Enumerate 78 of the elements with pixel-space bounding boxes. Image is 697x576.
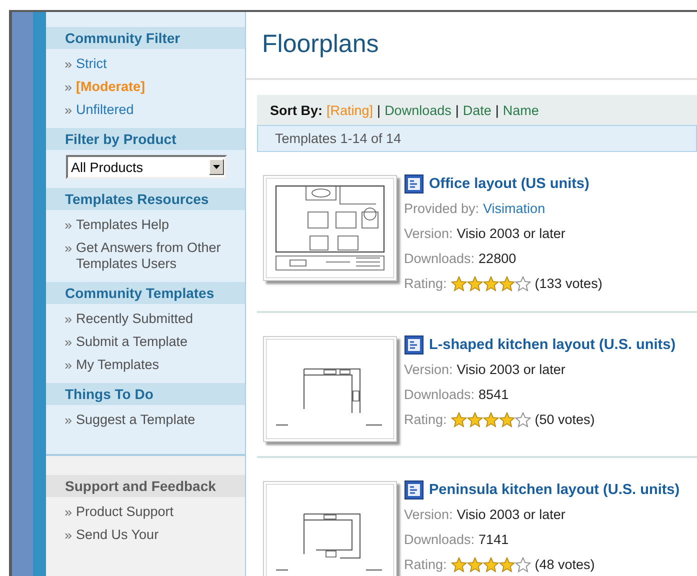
separator: |	[495, 102, 499, 118]
section-heading: Filter by Product	[46, 128, 245, 150]
chevron-icon	[65, 62, 72, 68]
version-label: Version:	[404, 507, 453, 523]
result-count: Templates 1-14 of 14	[257, 125, 697, 152]
sidebar-link[interactable]: Send Us Your	[76, 527, 159, 543]
sidebar-link[interactable]: My Templates	[76, 357, 160, 373]
sort-option[interactable]: Downloads	[384, 102, 452, 118]
document-icon	[404, 480, 424, 500]
star-icon	[450, 557, 467, 573]
sidebar-link[interactable]: Recently Submitted	[76, 311, 194, 327]
star-icon	[514, 412, 531, 428]
star-icon	[498, 276, 515, 292]
chevron-icon	[65, 317, 72, 323]
sidebar-link[interactable]: Suggest a Template	[76, 412, 196, 428]
vote-count: (48 votes)	[534, 557, 595, 573]
sidebar-link[interactable]: Unfiltered	[76, 102, 134, 118]
vote-count: (50 votes)	[534, 412, 595, 428]
provider-label: Provided by:	[404, 201, 480, 217]
star-icon	[482, 276, 499, 292]
downloads-label: Downloads:	[404, 532, 475, 548]
section-heading: Things To Do	[46, 383, 245, 405]
star-icon	[466, 412, 483, 428]
star-icon	[514, 276, 531, 292]
star-icon	[450, 276, 467, 292]
chevron-icon	[65, 246, 72, 252]
section-heading: Support and Feedback	[46, 475, 245, 497]
downloads-value: 8541	[478, 387, 509, 403]
star-icon	[466, 557, 483, 573]
sidebar-link[interactable]: Submit a Template	[76, 334, 188, 350]
document-icon	[404, 335, 424, 355]
page-title: Floorplans	[246, 12, 697, 80]
version-label: Version:	[404, 226, 453, 242]
downloads-value: 22800	[478, 251, 516, 267]
sort-label: Sort By:	[270, 102, 323, 118]
section-heading: Community Filter	[46, 27, 245, 49]
chevron-icon	[65, 363, 72, 369]
chevron-icon	[65, 223, 72, 229]
vote-count: (133 votes)	[534, 276, 602, 292]
chevron-icon	[65, 108, 72, 114]
sidebar-link[interactable]: Get Answers from Other Templates Users	[76, 240, 226, 272]
downloads-value: 7141	[478, 532, 509, 548]
separator: |	[377, 102, 381, 118]
sort-option[interactable]: Date	[462, 102, 492, 118]
chevron-icon	[65, 418, 72, 424]
sort-option[interactable]: Name	[502, 102, 539, 118]
downloads-label: Downloads:	[404, 387, 475, 403]
version-value: Visio 2003 or later	[456, 507, 566, 523]
template-title-link[interactable]: Office layout (US units)	[429, 176, 590, 192]
section-heading: Community Templates	[46, 282, 245, 304]
product-dropdown[interactable]: All Products	[66, 155, 227, 179]
version-value: Visio 2003 or later	[456, 226, 566, 242]
star-icon	[466, 276, 483, 292]
section-heading: Templates Resources	[46, 188, 245, 210]
template-title-link[interactable]: L-shaped kitchen layout (U.S. units)	[429, 337, 676, 353]
sidebar-link[interactable]: Strict	[76, 56, 107, 72]
rating-label: Rating:	[404, 557, 447, 573]
star-icon	[450, 412, 467, 428]
star-icon	[498, 412, 515, 428]
star-icon	[498, 557, 515, 573]
version-label: Version:	[404, 362, 453, 378]
chevron-icon	[65, 340, 72, 346]
chevron-icon	[65, 85, 72, 91]
star-icon	[482, 557, 499, 573]
sidebar-link[interactable]: Templates Help	[76, 217, 170, 233]
star-icon	[514, 557, 531, 573]
provider-value[interactable]: Visimation	[483, 201, 546, 217]
version-value: Visio 2003 or later	[456, 362, 566, 378]
star-icon	[482, 412, 499, 428]
rating-label: Rating:	[404, 276, 447, 292]
document-icon	[404, 174, 424, 194]
chevron-icon	[65, 533, 72, 539]
separator: |	[455, 102, 459, 118]
chevron-icon	[65, 510, 72, 516]
downloads-label: Downloads:	[404, 251, 475, 267]
rating-label: Rating:	[404, 412, 447, 428]
sidebar-link[interactable]: Product Support	[76, 504, 174, 520]
template-title-link[interactable]: Peninsula kitchen layout (U.S. units)	[429, 482, 680, 498]
